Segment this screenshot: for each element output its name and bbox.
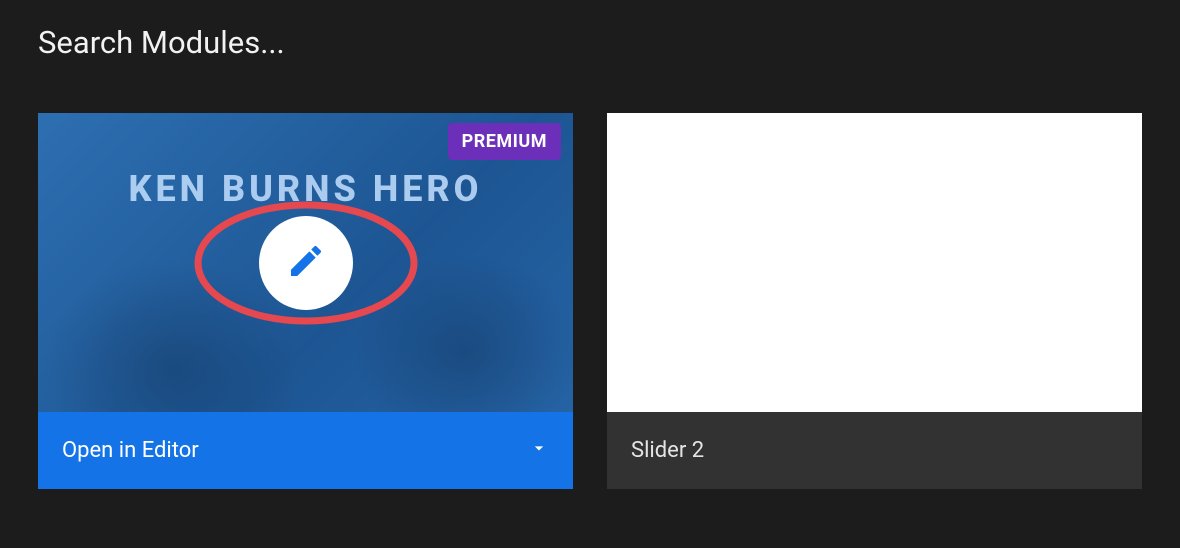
module-card-slider-2[interactable]: Slider 2 — [607, 113, 1142, 489]
caret-down-icon — [529, 438, 549, 464]
footer-label: Open in Editor — [62, 438, 199, 463]
footer-label: Slider 2 — [631, 438, 704, 463]
search-modules-input[interactable] — [38, 24, 1142, 61]
module-card-footer[interactable]: Slider 2 — [607, 412, 1142, 489]
module-preview[interactable] — [607, 113, 1142, 412]
preview-hero-title: KEN BURNS HERO — [38, 168, 573, 210]
pencil-icon — [286, 241, 326, 285]
module-preview[interactable]: KEN BURNS HERO Subtitle Here PREMIUM — [38, 113, 573, 412]
open-in-editor-dropdown[interactable]: Open in Editor — [38, 412, 573, 489]
edit-button[interactable] — [259, 216, 353, 310]
module-card-ken-burns-hero[interactable]: KEN BURNS HERO Subtitle Here PREMIUM Ope… — [38, 113, 573, 489]
modules-grid: KEN BURNS HERO Subtitle Here PREMIUM Ope… — [0, 61, 1180, 489]
premium-badge: PREMIUM — [448, 123, 561, 160]
